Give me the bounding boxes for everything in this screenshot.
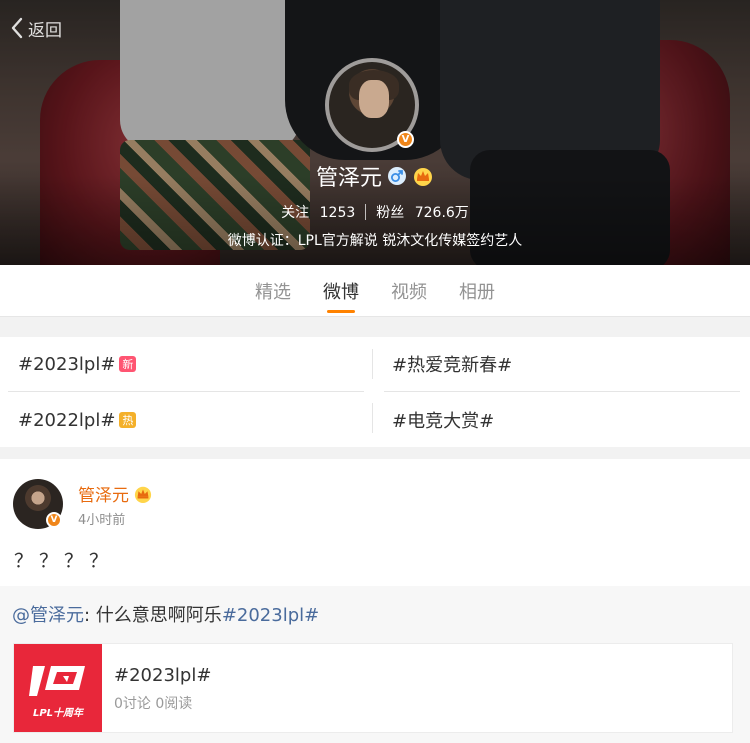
topic-label: #电竞大赏# [392, 411, 495, 432]
verified-badge-icon: V [397, 131, 414, 148]
tab-albums[interactable]: 相册 [459, 265, 495, 317]
follow-label: 关注 [281, 205, 310, 221]
fans-count: 726.6万 [414, 205, 469, 221]
divider [8, 391, 364, 392]
badge-letter: V [401, 134, 410, 145]
back-label: 返回 [28, 20, 62, 41]
logo-text: LPL十周年 [32, 707, 84, 719]
divider [372, 349, 373, 379]
card-meta: 0讨论 0阅读 [114, 696, 193, 712]
follow-stat[interactable]: 关注 1253 [281, 202, 355, 222]
profile-cover: 返回 V 管泽元 关注 1253 粉丝 726.6万 微博认证：LPL官方解说 … [0, 0, 750, 265]
lpl-logo-icon [29, 665, 85, 696]
follow-count: 1253 [319, 205, 356, 221]
back-button[interactable]: 返回 [10, 16, 62, 41]
topic-item[interactable]: #电竞大赏# [392, 393, 494, 447]
topic-item[interactable]: #2022lpl# 热 [18, 393, 137, 447]
repost-text: @管泽元: 什么意思啊阿乐#2023lpl# [12, 601, 319, 627]
topic-item[interactable]: #2023lpl# 新 [18, 337, 137, 391]
vip-crown-icon [134, 486, 152, 503]
topic-item[interactable]: #热爱竞新春# [392, 337, 512, 391]
post-author-row: 管泽元 [78, 481, 153, 506]
post-author-name[interactable]: 管泽元 [78, 481, 129, 506]
topic-card[interactable]: LPL十周年 #2023lpl# 0讨论 0阅读 [13, 643, 733, 733]
profile-name: 管泽元 [315, 166, 382, 191]
fans-stat[interactable]: 粉丝 726.6万 [376, 202, 469, 222]
divider [384, 391, 740, 392]
male-gender-icon [388, 167, 406, 185]
weibo-post: V 管泽元 4小时前 ？？？？ @管泽元: 什么意思啊阿乐#2023lpl# L… [0, 459, 750, 743]
tab-featured[interactable]: 精选 [255, 265, 291, 317]
profile-tabs: 精选 微博 视频 相册 [0, 265, 750, 317]
divider [372, 403, 373, 433]
topic-grid: #2023lpl# 新 #热爱竞新春# #2022lpl# 热 #电竞大赏# [0, 337, 750, 447]
avatar-face [359, 80, 389, 118]
lpl-10-anniversary-logo: LPL十周年 [14, 644, 102, 732]
reposted-content[interactable]: @管泽元: 什么意思啊阿乐#2023lpl# LPL十周年 #2023lpl# … [0, 586, 750, 743]
mention-link[interactable]: @管泽元 [12, 605, 84, 626]
stats-divider [365, 204, 367, 220]
hot-tag-badge: 热 [119, 412, 137, 428]
topic-label: #热爱竞新春# [392, 355, 513, 376]
fans-label: 粉丝 [376, 205, 405, 221]
post-text: ？？？？ [14, 550, 115, 572]
topic-label: #2022lpl# [18, 409, 116, 431]
new-tag-badge: 新 [119, 356, 137, 372]
tab-weibo[interactable]: 微博 [323, 265, 359, 317]
verification-text: 微博认证：LPL官方解说 锐沐文化传媒签约艺人 [227, 233, 523, 249]
vip-crown-icon[interactable] [412, 166, 434, 186]
topic-label: #2023lpl# [18, 353, 116, 375]
chevron-left-icon [11, 17, 23, 39]
tab-videos[interactable]: 视频 [391, 265, 427, 317]
verified-badge-icon: V [46, 512, 62, 528]
profile-stats: 关注 1253 粉丝 726.6万 [0, 202, 750, 222]
card-title: #2023lpl# [114, 665, 212, 686]
hashtag-link[interactable]: #2023lpl# [222, 605, 319, 626]
profile-name-row: 管泽元 [0, 160, 750, 192]
post-time: 4小时前 [78, 513, 126, 528]
repost-body: 什么意思啊阿乐 [90, 605, 222, 626]
badge-letter: V [50, 515, 58, 525]
